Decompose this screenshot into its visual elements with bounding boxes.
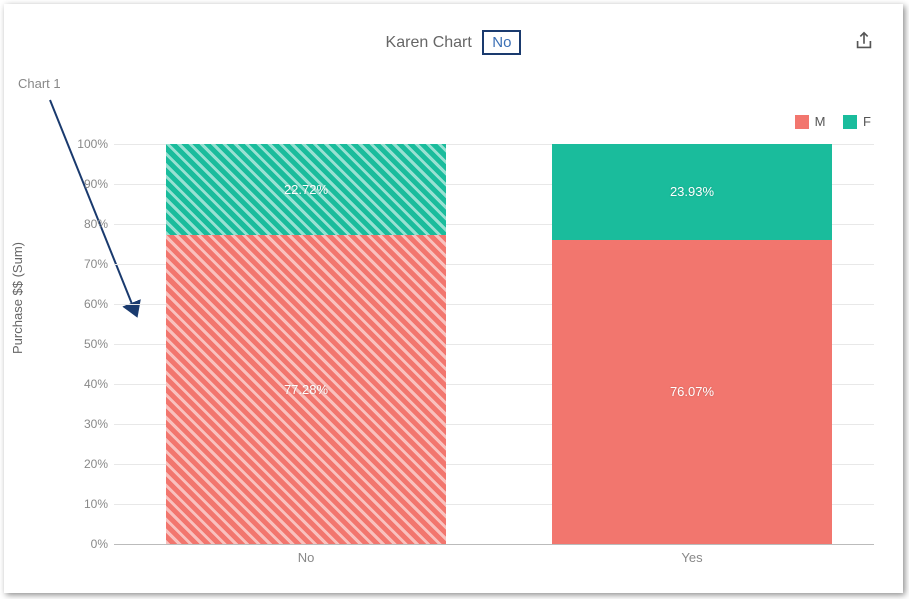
- bar-no[interactable]: 77.28% 22.72%: [166, 144, 446, 544]
- bar-yes-m[interactable]: 76.07%: [552, 240, 832, 544]
- x-tick-no: No: [166, 550, 446, 565]
- y-tick: 90%: [64, 177, 108, 191]
- legend-item-f[interactable]: F: [843, 114, 871, 129]
- annotation-label: Chart 1: [18, 76, 61, 91]
- plot-area: 0% 10% 20% 30% 40% 50% 60% 70% 80% 90% 1…: [114, 144, 874, 544]
- bar-no-f-label: 22.72%: [284, 182, 328, 197]
- y-tick: 0%: [64, 537, 108, 551]
- y-tick: 30%: [64, 417, 108, 431]
- legend-label-m: M: [815, 114, 826, 129]
- chart-card: Karen Chart No Chart 1 M F Purchase $$ (…: [4, 4, 903, 593]
- bar-yes-m-label: 76.07%: [670, 384, 714, 399]
- legend-swatch-m: [795, 115, 809, 129]
- bar-yes-f[interactable]: 23.93%: [552, 144, 832, 240]
- y-tick: 10%: [64, 497, 108, 511]
- y-tick: 100%: [64, 137, 108, 151]
- y-tick: 20%: [64, 457, 108, 471]
- share-icon[interactable]: [853, 30, 875, 52]
- legend-label-f: F: [863, 114, 871, 129]
- chart-title: Karen Chart No: [4, 30, 903, 55]
- chart-title-badge[interactable]: No: [482, 30, 521, 55]
- y-tick: 50%: [64, 337, 108, 351]
- legend: M F: [781, 114, 871, 132]
- bar-no-m-label: 77.28%: [284, 382, 328, 397]
- y-tick: 80%: [64, 217, 108, 231]
- y-tick: 70%: [64, 257, 108, 271]
- y-tick: 40%: [64, 377, 108, 391]
- bar-yes[interactable]: 76.07% 23.93%: [552, 144, 832, 544]
- y-tick: 60%: [64, 297, 108, 311]
- bar-no-m[interactable]: 77.28%: [166, 235, 446, 544]
- bar-yes-f-label: 23.93%: [670, 184, 714, 199]
- y-axis-title: Purchase $$ (Sum): [10, 242, 25, 354]
- grid-line: [114, 544, 874, 545]
- legend-item-m[interactable]: M: [795, 114, 826, 129]
- x-tick-yes: Yes: [552, 550, 832, 565]
- legend-swatch-f: [843, 115, 857, 129]
- bar-no-f[interactable]: 22.72%: [166, 144, 446, 235]
- chart-title-prefix: Karen Chart: [386, 34, 472, 51]
